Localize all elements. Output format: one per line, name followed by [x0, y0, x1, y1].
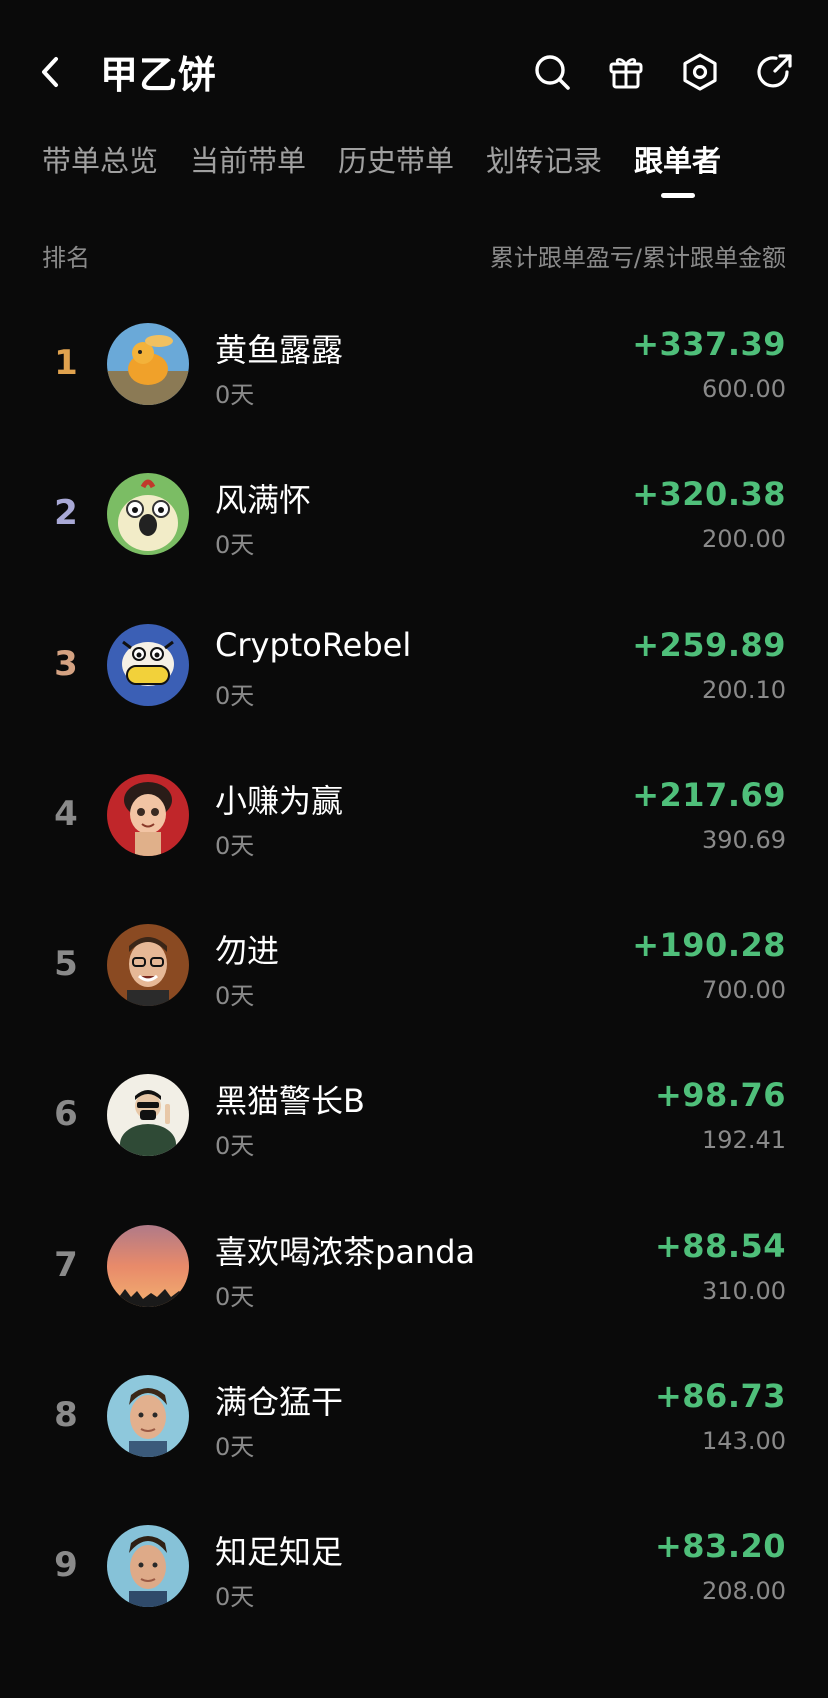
follower-row[interactable]: 1 黄鱼露露 0天 +337.39 600.00 [0, 295, 828, 445]
cumulative-amount: 200.10 [702, 675, 786, 704]
cumulative-pnl: +98.76 [654, 1076, 786, 1115]
tab-bar: 带单总览 当前带单 历史带单 划转记录 跟单者 [0, 130, 828, 200]
back-button[interactable] [30, 50, 70, 94]
cumulative-pnl: +259.89 [632, 625, 786, 664]
man-glasses-avatar [107, 924, 189, 1007]
cumulative-pnl: +217.69 [632, 775, 786, 814]
follower-name: 知足知足 [215, 1533, 344, 1572]
settings-hex-icon [683, 53, 717, 91]
masked-figure-avatar [107, 1074, 189, 1157]
rank-number: 6 [54, 1094, 78, 1135]
sunset-avatar [107, 1224, 189, 1307]
rank-number: 3 [54, 643, 78, 684]
rank-number: 5 [54, 944, 78, 985]
rank-number: 9 [54, 1545, 78, 1586]
follower-row[interactable]: 8 满仓猛干 0天 +86.73 143.00 [0, 1347, 828, 1497]
rank-number: 1 [54, 343, 78, 383]
follow-days: 0天 [215, 1583, 255, 1612]
share-button[interactable] [752, 50, 796, 94]
follow-days: 0天 [215, 982, 255, 1011]
follower-name: 勿进 [215, 932, 280, 971]
young-man-avatar-2 [107, 1525, 189, 1608]
top-bar: 甲乙饼 [0, 0, 828, 145]
follower-row[interactable]: 7 喜欢喝浓茶panda 0天 +88.54 310.00 [0, 1197, 828, 1347]
tab-overview[interactable]: 带单总览 [42, 138, 158, 180]
gift-button[interactable] [604, 50, 648, 94]
follower-row[interactable]: 4 小赚为赢 0天 +217.69 390.69 [0, 746, 828, 896]
rank-number: 2 [54, 493, 78, 534]
cumulative-amount: 390.69 [702, 825, 786, 854]
follower-name: 黄鱼露露 [215, 331, 344, 369]
cumulative-amount: 208.00 [702, 1577, 786, 1606]
follower-row[interactable]: 3 CryptoRebel 0天 +259.89 200.10 [0, 596, 828, 746]
cumulative-amount: 700.00 [702, 976, 786, 1005]
follow-days: 0天 [215, 531, 255, 560]
back-chevron-icon [42, 57, 58, 87]
follow-days: 0天 [215, 1282, 255, 1311]
cumulative-amount: 600.00 [702, 375, 786, 403]
settings-button[interactable] [678, 50, 722, 94]
follower-row[interactable]: 2 风满怀 0天 +320.38 200.00 [0, 445, 828, 595]
cartoon-girl-avatar [107, 773, 189, 856]
follow-days: 0天 [215, 831, 255, 860]
cumulative-pnl: +86.73 [654, 1377, 786, 1416]
tab-current[interactable]: 当前带单 [190, 138, 306, 180]
cumulative-pnl: +88.54 [654, 1226, 786, 1265]
follow-days: 0天 [215, 1132, 255, 1161]
follower-name: 风满怀 [215, 481, 312, 520]
cumulative-pnl: +83.20 [654, 1527, 786, 1566]
cumulative-pnl: +320.38 [632, 475, 786, 514]
tab-followers[interactable]: 跟单者 [634, 138, 721, 180]
gift-icon [609, 58, 643, 89]
follower-row[interactable]: 6 黑猫警长B 0天 +98.76 192.41 [0, 1046, 828, 1196]
follow-days: 0天 [215, 1433, 255, 1462]
rank-number: 7 [54, 1244, 78, 1285]
rank-number: 8 [54, 1395, 78, 1436]
search-button[interactable] [530, 50, 574, 94]
rank-column-header: 排名 [42, 244, 90, 272]
cartoon-cow-avatar [107, 623, 189, 706]
cumulative-pnl: +337.39 [632, 325, 786, 363]
follower-row[interactable]: 5 勿进 0天 +190.28 700.00 [0, 896, 828, 1046]
pnl-column-header: 累计跟单盈亏/累计跟单金额 [489, 244, 786, 272]
tab-transfers[interactable]: 划转记录 [486, 138, 602, 180]
young-man-avatar [107, 1375, 189, 1458]
rank-number: 4 [54, 793, 78, 834]
cumulative-amount: 192.41 [702, 1126, 786, 1155]
follow-days: 0天 [215, 681, 255, 710]
cumulative-amount: 200.00 [702, 525, 786, 554]
cumulative-amount: 143.00 [702, 1427, 786, 1456]
tab-history[interactable]: 历史带单 [338, 138, 454, 180]
follower-row[interactable]: 9 知足知足 0天 +83.20 208.00 [0, 1497, 828, 1647]
follow-days: 0天 [215, 381, 255, 409]
follower-name: 黑猫警长B [215, 1082, 365, 1121]
search-icon [535, 55, 570, 90]
follower-name: 小赚为赢 [215, 781, 344, 820]
follower-name: 满仓猛干 [215, 1383, 344, 1422]
cartoon-bird-avatar [107, 473, 189, 556]
page-title: 甲乙饼 [100, 53, 218, 97]
follower-name: CryptoRebel [215, 625, 412, 664]
follower-list: 1 黄鱼露露 0天 +337.39 600.00 2 风满怀 0天 +320.3… [0, 295, 828, 1648]
follower-name: 喜欢喝浓茶panda [215, 1232, 476, 1271]
share-arrow-icon [757, 54, 792, 88]
cumulative-amount: 310.00 [702, 1276, 786, 1305]
orange-creature-avatar [107, 323, 189, 405]
cumulative-pnl: +190.28 [632, 926, 786, 965]
active-tab-indicator [661, 193, 695, 198]
